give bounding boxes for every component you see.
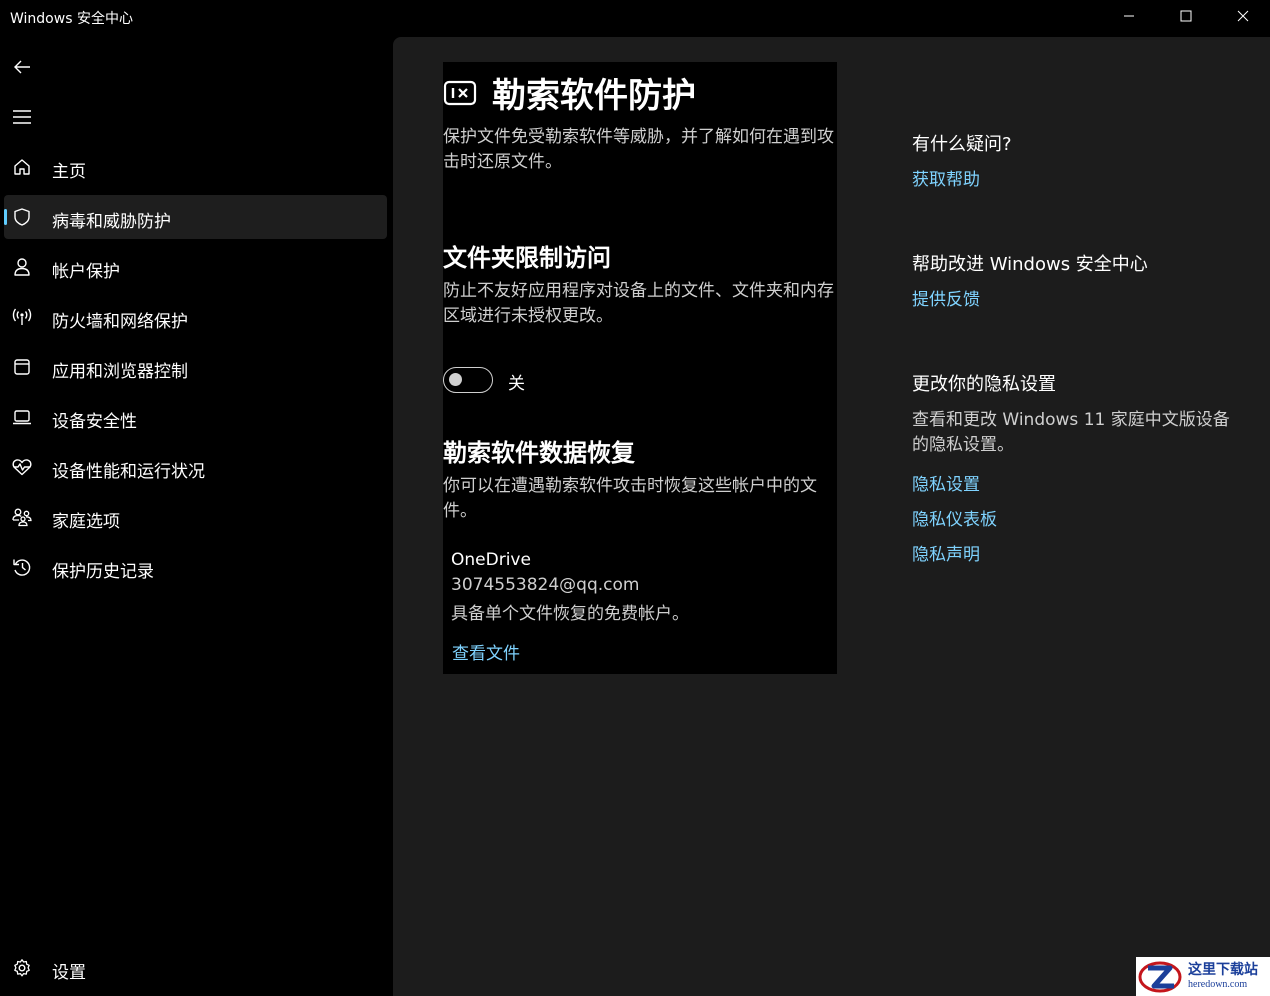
- sidebar-item-account-protection[interactable]: 帐户保护: [4, 245, 387, 289]
- watermark-en: heredown.com: [1188, 979, 1248, 990]
- recovery-plan: 具备单个文件恢复的免费帐户。: [451, 604, 689, 624]
- maximize-icon: [1180, 10, 1192, 22]
- wifi-antenna-icon: [11, 306, 33, 328]
- view-files-link[interactable]: 查看文件: [452, 639, 520, 664]
- history-icon: [11, 556, 33, 578]
- app-title: Windows 安全中心: [10, 11, 133, 27]
- family-icon: [11, 506, 33, 528]
- person-icon: [11, 256, 33, 278]
- close-button[interactable]: [1214, 0, 1270, 32]
- sidebar-item-label: 设备性能和运行状况: [52, 462, 205, 482]
- laptop-icon: [11, 406, 33, 428]
- ransomware-protection-icon: [443, 80, 477, 105]
- data-recovery-title: 勒索软件数据恢复: [443, 439, 635, 467]
- sidebar-item-protection-history[interactable]: 保护历史记录: [4, 545, 387, 589]
- question-heading: 有什么疑问?: [912, 134, 1012, 155]
- toggle-knob: [449, 373, 462, 386]
- minimize-icon: [1124, 15, 1134, 17]
- shield-icon: [11, 206, 33, 228]
- watermark-cn: 这里下载站: [1188, 962, 1258, 978]
- page-description: 保护文件免受勒索软件等威胁，并了解如何在遇到攻击时还原文件。: [443, 127, 834, 172]
- toggle-state-label: 关: [508, 374, 525, 394]
- sidebar-item-family-options[interactable]: 家庭选项: [4, 495, 387, 539]
- page-title: 勒索软件防护: [492, 76, 696, 116]
- heredown-logo-icon: [1138, 961, 1182, 993]
- privacy-settings-link[interactable]: 隐私设置: [912, 470, 980, 495]
- sidebar-item-label: 帐户保护: [52, 262, 120, 282]
- sidebar-item-label: 病毒和威胁防护: [52, 212, 171, 232]
- hamburger-menu-icon: [13, 110, 31, 124]
- sidebar-item-label: 设置: [52, 963, 86, 983]
- sidebar-item-home[interactable]: 主页: [4, 145, 387, 189]
- close-icon: [1237, 10, 1249, 22]
- heart-pulse-icon: [11, 456, 33, 478]
- privacy-description: 查看和更改 Windows 11 家庭中文版设备的隐私设置。: [912, 410, 1230, 455]
- recovery-provider: OneDrive: [451, 550, 531, 570]
- sidebar-item-app-browser-control[interactable]: 应用和浏览器控制: [4, 345, 387, 389]
- folder-access-description: 防止不友好应用程序对设备上的文件、文件夹和内存区域进行未授权更改。: [443, 281, 834, 326]
- feedback-link[interactable]: 提供反馈: [912, 285, 980, 310]
- sidebar-item-firewall[interactable]: 防火墙和网络保护: [4, 295, 387, 339]
- sidebar-item-label: 设备安全性: [52, 412, 137, 432]
- sidebar-item-label: 主页: [52, 162, 86, 182]
- sidebar-item-label: 应用和浏览器控制: [52, 362, 188, 382]
- sidebar-item-settings[interactable]: 设置: [4, 946, 387, 990]
- folder-access-toggle[interactable]: [443, 367, 493, 393]
- content-area: 勒索软件防护 保护文件免受勒索软件等威胁，并了解如何在遇到攻击时还原文件。 文件…: [393, 37, 1270, 996]
- privacy-dashboard-link[interactable]: 隐私仪表板: [912, 505, 997, 530]
- sidebar-item-device-security[interactable]: 设备安全性: [4, 395, 387, 439]
- home-icon: [11, 156, 33, 178]
- privacy-statement-link[interactable]: 隐私声明: [912, 540, 980, 565]
- title-bar: Windows 安全中心: [0, 0, 1270, 32]
- ransomware-panel: 勒索软件防护 保护文件免受勒索软件等威胁，并了解如何在遇到攻击时还原文件。 文件…: [443, 62, 837, 674]
- sidebar-item-device-performance[interactable]: 设备性能和运行状况: [4, 445, 387, 489]
- menu-button[interactable]: [0, 99, 44, 135]
- sidebar-item-label: 防火墙和网络保护: [52, 312, 188, 332]
- sidebar-item-label: 保护历史记录: [52, 562, 154, 582]
- improve-heading: 帮助改进 Windows 安全中心: [912, 254, 1148, 275]
- folder-access-title: 文件夹限制访问: [443, 244, 611, 272]
- back-button[interactable]: [0, 49, 44, 85]
- back-arrow-icon: [14, 60, 30, 74]
- app-window-icon: [11, 356, 33, 378]
- maximize-button[interactable]: [1157, 0, 1215, 32]
- selection-indicator: [4, 209, 7, 225]
- sidebar-item-label: 家庭选项: [52, 512, 120, 532]
- sidebar-item-virus-protection[interactable]: 病毒和威胁防护: [4, 195, 387, 239]
- gear-icon: [11, 957, 33, 979]
- watermark: 这里下载站 heredown.com: [1136, 957, 1270, 996]
- privacy-heading: 更改你的隐私设置: [912, 374, 1056, 395]
- minimize-button[interactable]: [1100, 0, 1158, 32]
- get-help-link[interactable]: 获取帮助: [912, 165, 980, 190]
- app-window: Windows 安全中心 主页 病毒和威胁防护 帐户保护 防火墙和网络保护 应用…: [0, 0, 1270, 996]
- data-recovery-description: 你可以在遭遇勒索软件攻击时恢复这些帐户中的文件。: [443, 476, 817, 521]
- page-header: 勒索软件防护: [443, 68, 696, 117]
- recovery-account: 3074553824@qq.com: [451, 575, 640, 595]
